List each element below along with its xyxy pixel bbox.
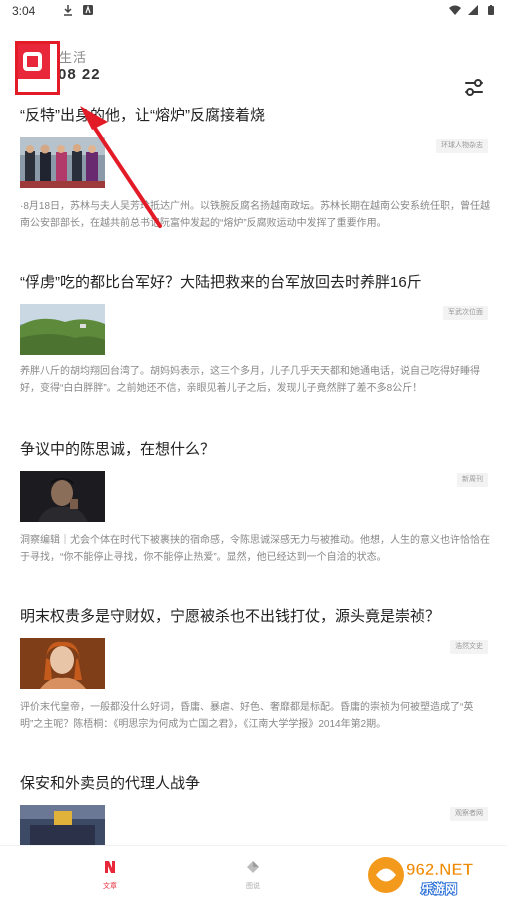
article-source-tag: 观察者网 [450,807,488,821]
site-watermark: 962.NET 乐游网 [368,857,474,897]
article-card[interactable]: 保安和外卖员的代理人战争 观察者网 [20,774,490,845]
article-summary: 养胖八斤的胡均翔回台湾了。胡妈妈表示，这三个多月，儿子几乎天天都和她通电话，说自… [20,366,480,394]
article-source-tag: 新周刊 [457,473,488,487]
watermark-site: 乐游网 [421,881,457,896]
status-bar: 3:04 [0,0,507,22]
article-card[interactable]: “反特”出身的他，让“熔炉”反腐接着烧 环球人物杂志 ·8月18日，苏林与夫人吴… [20,106,490,256]
article-summary: 评价末代皇帝，一般都没什么好词，昏庸、暴虐、好色、奢靡都是标配。昏庸的崇祯为何被… [20,702,474,730]
article-title[interactable]: “反特”出身的他，让“熔炉”反腐接着烧 [20,106,490,126]
status-notification-icons [62,4,94,16]
article-title[interactable]: 争议中的陈思诚，在想什么？ [20,440,490,460]
nav-tab-label: 文章 [103,883,117,890]
app-header: 生活 08 22 [0,22,507,100]
wifi-icon [449,5,461,15]
app-notification-icon [83,5,93,15]
filter-settings-button[interactable] [460,74,488,102]
article-source-tag: 环球人物杂志 [436,139,488,153]
battery-icon [488,5,494,15]
sliders-icon [465,79,483,96]
nav-tab-label: 图说 [246,883,260,890]
watermark-brand: 962.NET [406,860,474,879]
article-thumbnail [20,638,105,689]
article-card[interactable]: 明末权贵多是守财奴，宁愿被杀也不出钱打仗，源头竟是崇祯？ 浩然文史 评价末代皇帝… [20,607,490,737]
article-thumbnail [20,805,105,845]
signal-icon [468,5,478,15]
article-thumbnail [20,471,105,522]
article-thumbnail [20,137,105,188]
article-card[interactable]: 争议中的陈思诚，在想什么？ 新周刊 洞察编辑｜尤会个体在时代下被裹挟的宿命感，令… [20,440,490,570]
article-summary: ·8月18日，苏林与夫人吴芳玲抵达广州。以铁腕反腐名扬越南政坛。苏林长期在越南公… [20,201,491,229]
article-card[interactable]: “俘虏”吃的都比台军好？大陆把救来的台军放回去时养胖16斤 军武次位面 养胖八斤… [20,273,490,403]
status-system-icons [449,4,497,16]
article-source-tag: 军武次位面 [443,306,488,320]
article-icon [105,861,115,873]
status-time: 3:04 [12,4,36,18]
date-value: 08 22 [58,66,101,83]
article-source-tag: 浩然文史 [450,640,488,654]
diamond-icon [247,861,259,873]
article-thumbnail [20,304,105,355]
date-category-label: 生活 [59,50,88,65]
nav-tab-pictures[interactable]: 图说 [233,860,273,891]
article-title[interactable]: 明末权贵多是守财奴，宁愿被杀也不出钱打仗，源头竟是崇祯？ [20,607,490,627]
nav-tab-articles[interactable]: 文章 [90,860,130,891]
article-title[interactable]: “俘虏”吃的都比台军好？大陆把救来的台军放回去时养胖16斤 [20,273,490,293]
download-icon [64,5,72,16]
article-title[interactable]: 保安和外卖员的代理人战争 [20,774,490,794]
article-summary: 洞察编辑｜尤会个体在时代下被裹挟的宿命感，令陈思诚深感无力与被推动。他想，人生的… [20,535,490,563]
annotation-highlight-box [15,41,60,95]
